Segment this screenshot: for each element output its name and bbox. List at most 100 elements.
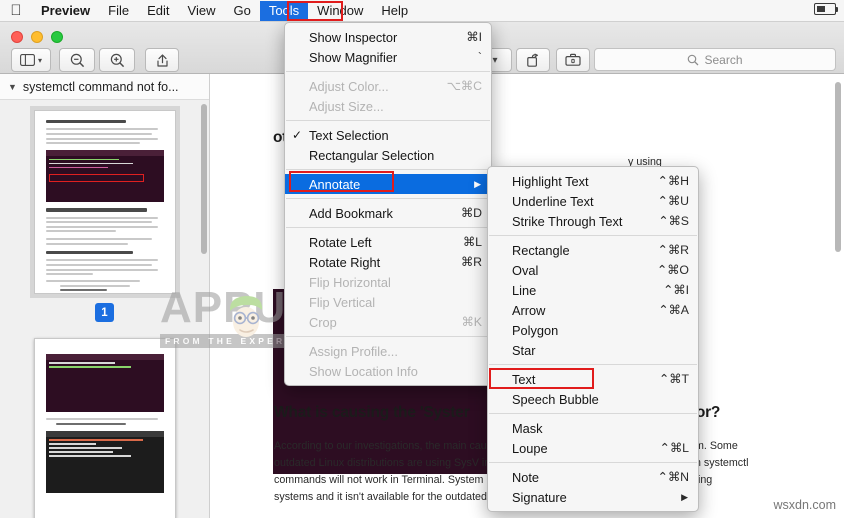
menu-label: Rotate Left (309, 234, 372, 250)
doc-heading-mid: What is causing the 'Syster (274, 404, 470, 421)
menu-label: Crop (309, 314, 337, 330)
apple-logo-icon[interactable]:  (0, 3, 32, 18)
menu-label: Flip Vertical (309, 294, 376, 310)
menu-label: Adjust Size... (309, 98, 384, 114)
sidebar-scrollbar[interactable] (201, 104, 207, 254)
menu-row-rectangular-selection[interactable]: Rectangular Selection (285, 145, 491, 165)
submenu-arrow-icon: ▶ (474, 178, 481, 189)
menu-shortcut: ⌘L (462, 235, 482, 249)
chevron-down-icon[interactable]: ▾ (492, 55, 497, 66)
site-watermark: wsxdn.com (773, 498, 836, 512)
menu-label: Highlight Text (512, 173, 589, 189)
screenshot-root:  Preview File Edit View Go Tools Window… (0, 0, 844, 518)
menu-separator (489, 413, 697, 414)
menu-row-loupe[interactable]: Loupe ⌃⌘L (488, 438, 698, 458)
sidebar-group-header[interactable]: ▼ systemctl command not fo... (0, 74, 209, 100)
menu-label: Arrow (512, 302, 546, 318)
menu-item-window[interactable]: Window (308, 1, 372, 21)
thumbnail-sidebar: ▼ systemctl command not fo... 1 (0, 74, 210, 518)
zoom-out-icon (70, 53, 84, 67)
menu-label: Rectangular Selection (309, 147, 435, 163)
menu-row-adjust-color: Adjust Color... ⌥⌘C (285, 76, 491, 96)
menu-row-note[interactable]: Note ⌃⌘N (488, 467, 698, 487)
menu-shortcut: ⌘R (460, 255, 482, 269)
menu-row-polygon[interactable]: Polygon (488, 320, 698, 340)
menu-label: Flip Horizontal (309, 274, 391, 290)
triangle-down-icon[interactable]: ▼ (8, 82, 17, 92)
share-button[interactable] (145, 48, 179, 72)
menu-row-line[interactable]: Line ⌃⌘I (488, 280, 698, 300)
thumbnail-page-2-content (35, 339, 175, 508)
search-input[interactable]: Search (594, 48, 836, 71)
menu-label: Text (512, 371, 536, 387)
thumbnail-page-1[interactable] (29, 106, 180, 298)
doc-body-fragment-2: h systemctl (695, 457, 749, 469)
page-number-badge-1: 1 (95, 303, 114, 322)
menu-row-rotate-left[interactable]: Rotate Left ⌘L (285, 232, 491, 252)
menu-row-text-selection[interactable]: ✓ Text Selection (285, 125, 491, 145)
menu-item-tools[interactable]: Tools (259, 0, 309, 21)
menu-shortcut: ⌘D (460, 206, 482, 220)
menu-label: Star (512, 342, 536, 358)
menu-row-highlight-text[interactable]: Highlight Text ⌃⌘H (488, 171, 698, 191)
menu-row-rectangle[interactable]: Rectangle ⌃⌘R (488, 240, 698, 260)
menu-label: Add Bookmark (309, 205, 393, 221)
menu-row-signature[interactable]: Signature ▶ (488, 487, 698, 507)
menu-item-help[interactable]: Help (372, 1, 417, 21)
search-icon (688, 54, 699, 65)
doc-body-line-3: commands will not work in Terminal. Syst… (274, 474, 484, 486)
menu-row-star[interactable]: Star (488, 340, 698, 360)
menu-shortcut: ⌃⌘S (658, 214, 689, 228)
zoom-in-button[interactable] (99, 48, 135, 72)
menu-separator (286, 71, 490, 72)
menu-row-underline-text[interactable]: Underline Text ⌃⌘U (488, 191, 698, 211)
menu-row-show-magnifier[interactable]: Show Magnifier ` (285, 47, 491, 67)
thumbnail-list: 1 (0, 100, 209, 518)
menu-row-mask[interactable]: Mask (488, 418, 698, 438)
thumbnail-page-2[interactable] (33, 338, 176, 518)
rotate-button[interactable] (516, 48, 550, 72)
menu-label: Assign Profile... (309, 343, 398, 359)
submenu-arrow-icon: ▶ (681, 491, 688, 502)
sidebar-toggle-button[interactable]: ▾ (11, 48, 51, 72)
zoom-out-button[interactable] (59, 48, 95, 72)
menu-row-show-location-info: Show Location Info (285, 361, 491, 381)
menu-item-preview[interactable]: Preview (32, 1, 99, 21)
menu-row-text[interactable]: Text ⌃⌘T (488, 369, 698, 389)
menu-row-arrow[interactable]: Arrow ⌃⌘A (488, 300, 698, 320)
rotate-icon (526, 53, 538, 67)
share-icon (156, 53, 168, 67)
menu-row-show-inspector[interactable]: Show Inspector ⌘I (285, 27, 491, 47)
sidebar-chevron-down-icon[interactable]: ▾ (38, 56, 42, 65)
menu-label: Show Location Info (309, 363, 418, 379)
menu-row-adjust-size: Adjust Size... (285, 96, 491, 116)
menu-row-add-bookmark[interactable]: Add Bookmark ⌘D (285, 203, 491, 223)
sidebar-group-label: systemctl command not fo... (22, 79, 179, 94)
menu-label: Oval (512, 262, 539, 278)
checkmark-icon: ✓ (292, 128, 303, 142)
thumb-terminal-image (45, 150, 164, 203)
menu-label: Signature (512, 489, 567, 505)
menu-item-go[interactable]: Go (224, 1, 259, 21)
menu-shortcut: ⌥⌘C (446, 79, 482, 93)
doc-body-line-2: outdated Linux distributions are using S… (274, 457, 491, 469)
menu-item-view[interactable]: View (179, 1, 225, 21)
markup-toolbar-button[interactable] (556, 48, 590, 72)
menu-row-oval[interactable]: Oval ⌃⌘O (488, 260, 698, 280)
menu-separator (489, 364, 697, 365)
document-scrollbar[interactable] (835, 82, 841, 252)
menu-bar-status-area (814, 3, 838, 15)
menu-row-rotate-right[interactable]: Rotate Right ⌘R (285, 252, 491, 272)
menu-item-edit[interactable]: Edit (138, 1, 178, 21)
menu-row-speech-bubble[interactable]: Speech Bubble (488, 389, 698, 409)
menu-label: Show Inspector (309, 29, 398, 45)
zoom-in-icon (110, 53, 124, 67)
menu-label: Rectangle (512, 242, 570, 258)
menu-item-file[interactable]: File (99, 1, 138, 21)
menu-label: Rotate Right (309, 254, 381, 270)
menu-label: Speech Bubble (512, 391, 599, 407)
menu-row-strike-through-text[interactable]: Strike Through Text ⌃⌘S (488, 211, 698, 231)
menu-label: Show Magnifier (309, 49, 398, 65)
menu-row-annotate[interactable]: Annotate ▶ (285, 174, 491, 194)
thumb2-terminal-image (45, 354, 164, 412)
